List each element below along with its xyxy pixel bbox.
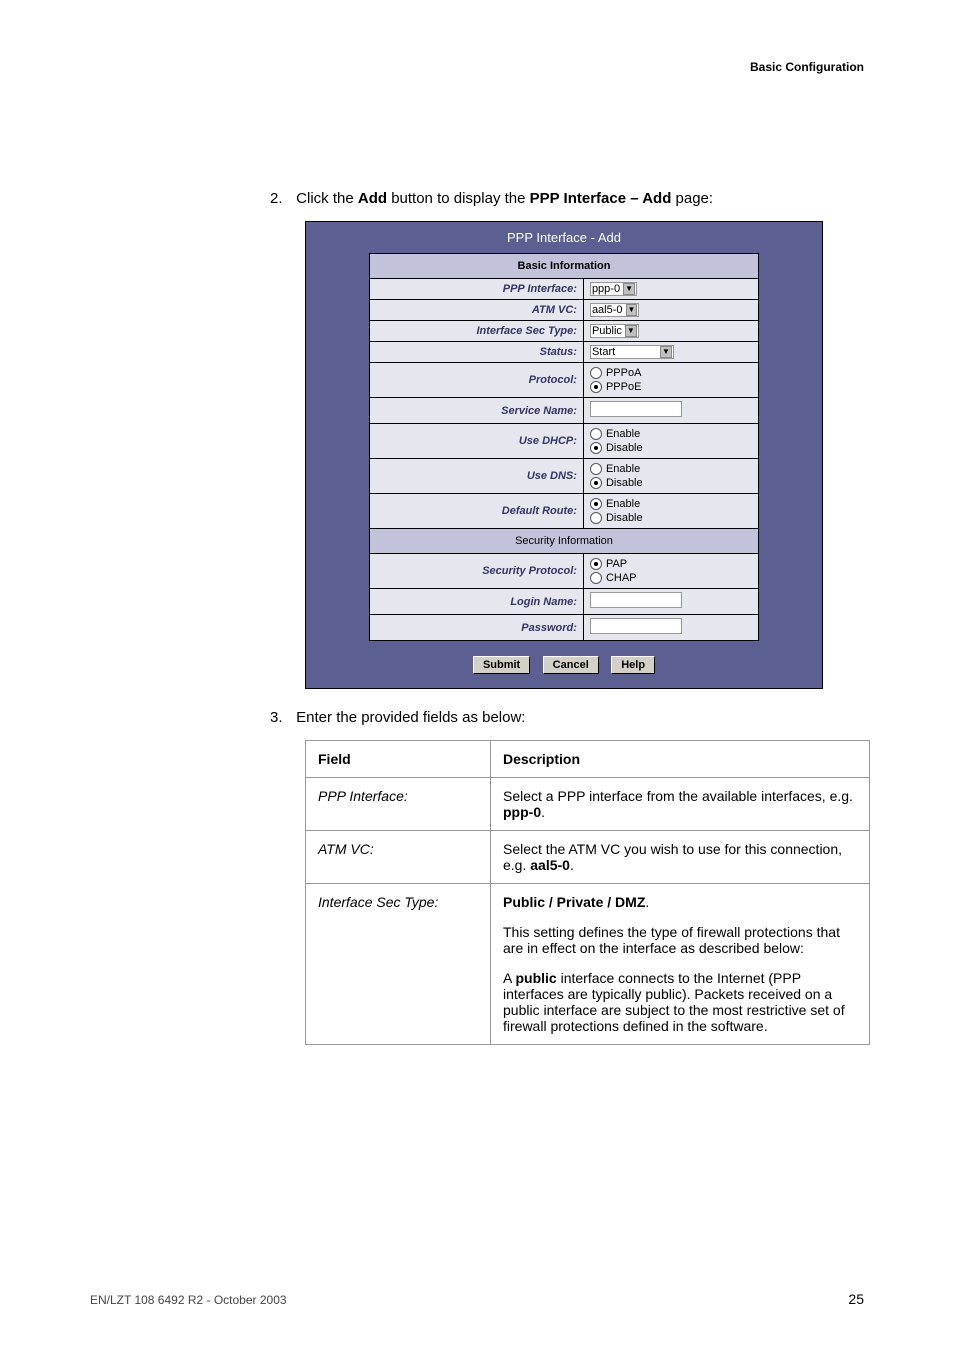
row-if-sec-type-field: Interface Sec Type: — [306, 884, 491, 1045]
chevron-down-icon: ▼ — [626, 304, 638, 316]
service-name-input[interactable] — [590, 401, 682, 417]
section-security-header: Security Information — [370, 529, 759, 554]
chevron-down-icon: ▼ — [623, 283, 635, 295]
service-name-label: Service Name: — [370, 398, 584, 424]
use-dhcp-label: Use DHCP: — [370, 424, 584, 459]
screenshot-form-table: Basic Information PPP Interface: ppp-0▼ … — [369, 253, 759, 641]
step-2: 2. Click the Add button to display the P… — [90, 190, 864, 207]
default-route-label: Default Route: — [370, 494, 584, 529]
field-description-table: Field Description PPP Interface: Select … — [305, 740, 870, 1045]
row-ppp-interface-desc: Select a PPP interface from the availabl… — [491, 778, 870, 831]
status-label: Status: — [370, 342, 584, 363]
protocol-pppoa-radio[interactable] — [590, 367, 602, 379]
step-2-number: 2. — [270, 190, 292, 207]
step-3-text: Enter the provided fields as below: — [296, 709, 525, 726]
use-dns-enable-text: Enable — [606, 462, 640, 476]
use-dhcp-enable-radio[interactable] — [590, 428, 602, 440]
submit-button[interactable]: Submit — [473, 656, 530, 674]
use-dns-disable-text: Disable — [606, 476, 643, 490]
table-row: PPP Interface: Select a PPP interface fr… — [306, 778, 870, 831]
sec-protocol-chap-text: CHAP — [606, 571, 637, 585]
table-row: ATM VC: Select the ATM VC you wish to us… — [306, 831, 870, 884]
atm-vc-label: ATM VC: — [370, 300, 584, 321]
help-button[interactable]: Help — [611, 656, 655, 674]
cancel-button[interactable]: Cancel — [543, 656, 599, 674]
ppp-interface-label: PPP Interface: — [370, 279, 584, 300]
step-3-number: 3. — [270, 709, 292, 726]
default-route-enable-text: Enable — [606, 497, 640, 511]
step-2-text-pre: Click the — [296, 190, 358, 207]
step-2-text-post: page: — [671, 190, 713, 207]
default-route-disable-text: Disable — [606, 511, 643, 525]
chevron-down-icon: ▼ — [660, 346, 672, 358]
use-dns-disable-radio[interactable] — [590, 477, 602, 489]
row-if-sec-type-desc: Public / Private / DMZ. This setting def… — [491, 884, 870, 1045]
header-section-title: Basic Configuration — [750, 60, 864, 74]
default-route-disable-radio[interactable] — [590, 512, 602, 524]
default-route-enable-radio[interactable] — [590, 498, 602, 510]
step-2-bold-add: Add — [358, 190, 387, 207]
sec-protocol-pap-radio[interactable] — [590, 558, 602, 570]
if-sec-type-select[interactable]: Public▼ — [590, 324, 639, 338]
chevron-down-icon: ▼ — [625, 325, 637, 337]
use-dns-enable-radio[interactable] — [590, 463, 602, 475]
protocol-pppoa-text: PPPoA — [606, 366, 641, 380]
section-basic-header: Basic Information — [370, 254, 759, 279]
protocol-label: Protocol: — [370, 363, 584, 398]
use-dhcp-disable-radio[interactable] — [590, 442, 602, 454]
protocol-pppoe-radio[interactable] — [590, 381, 602, 393]
if-sec-type-label: Interface Sec Type: — [370, 321, 584, 342]
sec-protocol-pap-text: PAP — [606, 557, 627, 571]
atm-vc-select[interactable]: aal5-0▼ — [590, 303, 640, 317]
row-atm-vc-field: ATM VC: — [306, 831, 491, 884]
use-dhcp-enable-text: Enable — [606, 427, 640, 441]
step-2-text-mid: button to display the — [387, 190, 530, 207]
ppp-interface-select[interactable]: ppp-0▼ — [590, 282, 637, 296]
footer-page-number: 25 — [848, 1291, 864, 1307]
use-dhcp-disable-text: Disable — [606, 441, 643, 455]
sec-protocol-chap-radio[interactable] — [590, 572, 602, 584]
use-dns-label: Use DNS: — [370, 459, 584, 494]
table-row: Interface Sec Type: Public / Private / D… — [306, 884, 870, 1045]
screenshot-title: PPP Interface - Add — [306, 222, 822, 253]
step-3: 3. Enter the provided fields as below: — [90, 709, 864, 726]
login-name-input[interactable] — [590, 592, 682, 608]
login-name-label: Login Name: — [370, 589, 584, 615]
password-label: Password: — [370, 615, 584, 641]
row-atm-vc-desc: Select the ATM VC you wish to use for th… — [491, 831, 870, 884]
row-ppp-interface-field: PPP Interface: — [306, 778, 491, 831]
status-select[interactable]: Start▼ — [590, 345, 674, 359]
footer-left: EN/LZT 108 6492 R2 - October 2003 — [90, 1293, 287, 1307]
password-input[interactable] — [590, 618, 682, 634]
step-2-bold-title: PPP Interface – Add — [530, 190, 672, 207]
protocol-pppoe-text: PPPoE — [606, 380, 641, 394]
security-protocol-label: Security Protocol: — [370, 554, 584, 589]
ppp-add-screenshot: PPP Interface - Add Basic Information PP… — [305, 221, 823, 689]
table-header-field: Field — [306, 741, 491, 778]
table-header-description: Description — [491, 741, 870, 778]
